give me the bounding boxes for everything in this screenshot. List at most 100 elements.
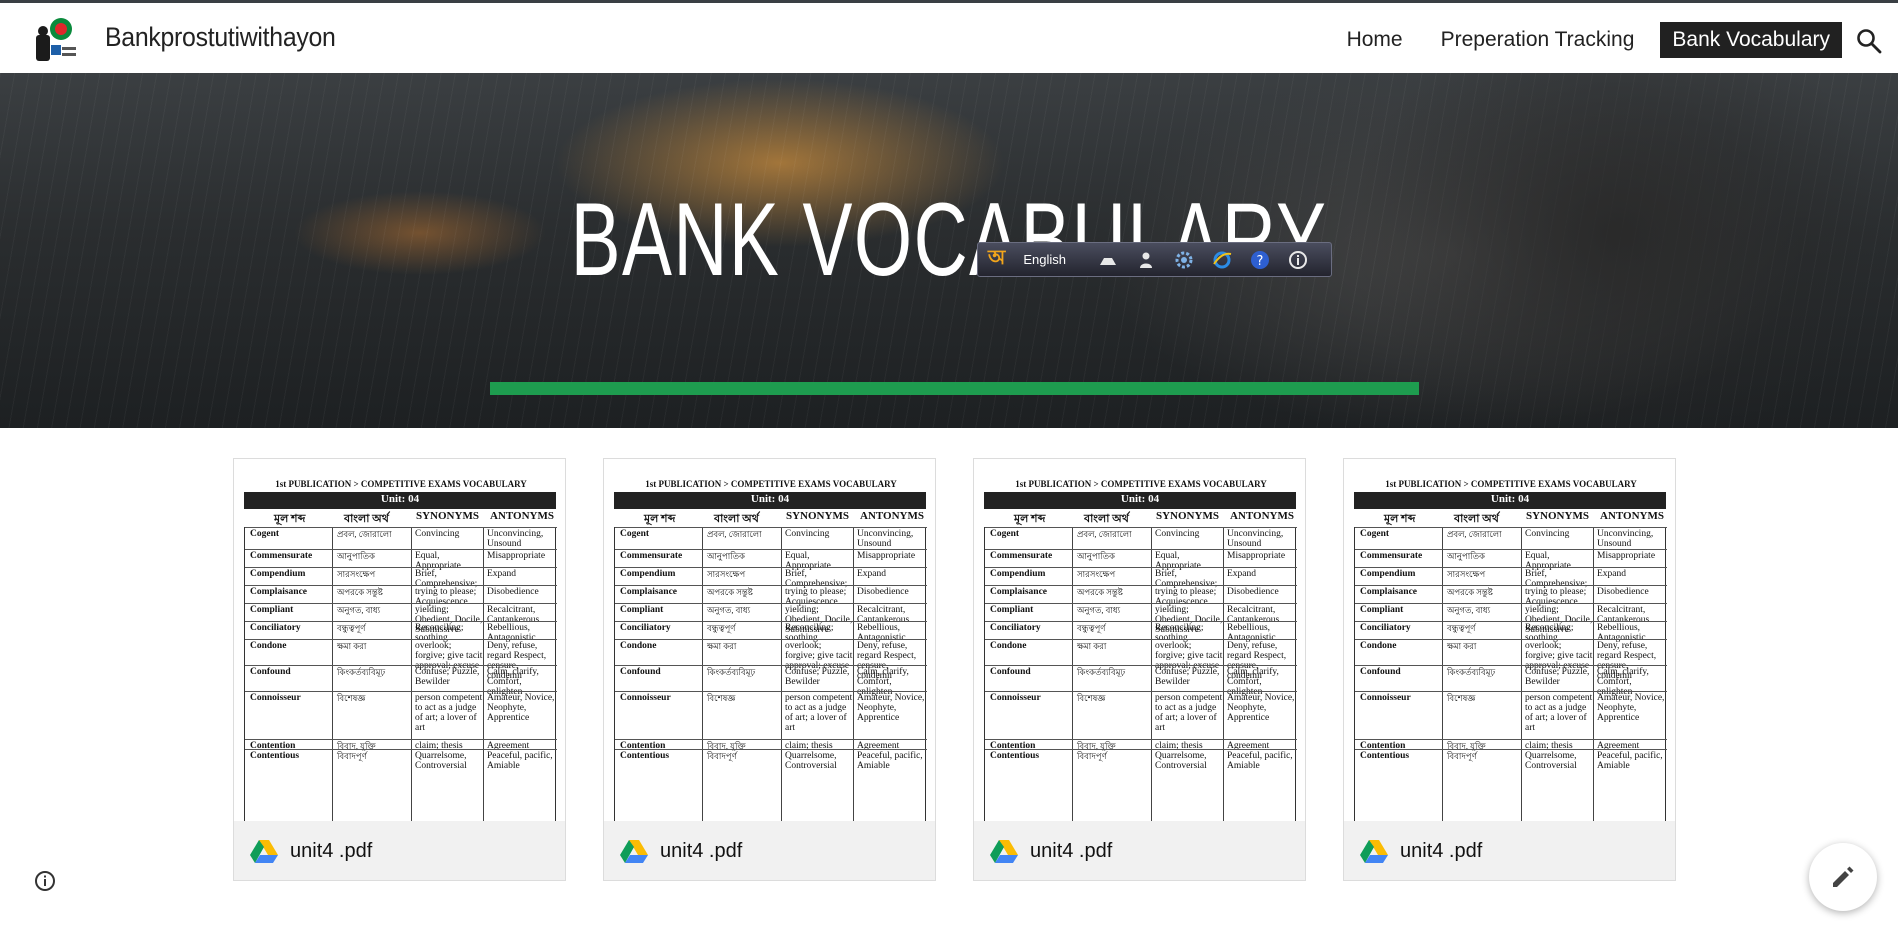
info-icon[interactable] bbox=[1288, 250, 1308, 270]
doc-table-row: Complaisance অপরকে সন্তুষ্ট trying to plea… bbox=[615, 585, 927, 607]
doc-cell-bangla: বিবাদপূর্ণ bbox=[707, 751, 737, 761]
file-card[interactable]: 1st PUBLICATION > COMPETITIVE EXAMS VOCA… bbox=[973, 458, 1306, 881]
doc-column-headers: মূল শব্দ বাংলা অর্থ SYNONYMS ANTONYMS bbox=[1354, 509, 1666, 527]
doc-cell-word: Condone bbox=[620, 641, 657, 651]
doc-table-row: Compliant অনুগত, বাধ্য yielding; Obedient,… bbox=[985, 603, 1297, 635]
file-card-footer[interactable]: unit4 .pdf bbox=[1344, 821, 1675, 881]
doc-cell-antonym: Disobedience bbox=[1227, 587, 1279, 597]
file-card-footer[interactable]: unit4 .pdf bbox=[974, 821, 1305, 881]
pdf-preview-thumbnail[interactable]: 1st PUBLICATION > COMPETITIVE EXAMS VOCA… bbox=[604, 459, 935, 821]
doc-table-row: Contention বিবাদ, যুক্তি claim; thesis Agre… bbox=[1355, 739, 1667, 751]
doc-cell-word: Compendium bbox=[620, 569, 676, 579]
pdf-preview-thumbnail[interactable]: 1st PUBLICATION > COMPETITIVE EXAMS VOCA… bbox=[234, 459, 565, 821]
file-card-footer[interactable]: unit4 .pdf bbox=[604, 821, 935, 881]
file-card-footer[interactable]: unit4 .pdf bbox=[234, 821, 565, 881]
doc-table-row: Complaisance অপরকে সন্তুষ্ট trying to plea… bbox=[245, 585, 557, 607]
nav-home[interactable]: Home bbox=[1335, 22, 1415, 58]
doc-cell-synonym: Quarrelsome, Controversial bbox=[415, 751, 467, 771]
user-icon[interactable] bbox=[1136, 250, 1156, 270]
doc-cell-bangla: অপরকে সন্তুষ্ট bbox=[1077, 587, 1123, 597]
doc-cell-bangla: বন্ধুত্বপূর্ণ bbox=[1447, 623, 1476, 633]
doc-cell-bangla: সারসংক্ষেপ bbox=[1447, 569, 1486, 579]
doc-cell-word: Complaisance bbox=[620, 587, 677, 597]
doc-table-row: Compendium সারসংক্ষেপ Brief, Comprehensive… bbox=[615, 567, 927, 589]
doc-cell-synonym: Quarrelsome, Controversial bbox=[1155, 751, 1207, 771]
doc-cell-bangla: কিংকর্তব্যবিমূঢ় bbox=[1077, 667, 1126, 677]
doc-col-synonyms: SYNONYMS bbox=[1526, 510, 1589, 522]
pdf-preview-thumbnail[interactable]: 1st PUBLICATION > COMPETITIVE EXAMS VOCA… bbox=[974, 459, 1305, 821]
search-icon[interactable] bbox=[1856, 28, 1882, 54]
file-card[interactable]: 1st PUBLICATION > COMPETITIVE EXAMS VOCA… bbox=[603, 458, 936, 881]
pdf-preview-thumbnail[interactable]: 1st PUBLICATION > COMPETITIVE EXAMS VOCA… bbox=[1344, 459, 1675, 821]
doc-cell-word: Connoisseur bbox=[250, 693, 301, 703]
svg-text:?: ? bbox=[1257, 254, 1264, 269]
google-drive-icon bbox=[990, 840, 1018, 863]
settings-gear-icon[interactable] bbox=[1174, 250, 1194, 270]
doc-cell-word: Contentious bbox=[620, 751, 670, 761]
doc-cell-bangla: কিংকর্তব্যবিমূঢ় bbox=[707, 667, 756, 677]
edit-button[interactable] bbox=[1809, 843, 1877, 911]
doc-cell-synonym: Reconciling; soothing bbox=[1525, 623, 1574, 643]
doc-table-row: Condone ক্ষমা করা overlook; forgive; give … bbox=[245, 639, 557, 681]
doc-cell-antonym: Recalcitrant, Cantankerous bbox=[1227, 605, 1280, 625]
doc-cell-antonym: Peaceful, pacific, Amiable bbox=[487, 751, 553, 771]
doc-cell-synonym: Equal, Appropriate bbox=[415, 551, 461, 571]
doc-table-row: Contention বিবাদ, যুক্তি claim; thesis Agre… bbox=[985, 739, 1297, 751]
doc-table-row: Contention বিবাদ, যুক্তি claim; thesis Agre… bbox=[245, 739, 557, 751]
doc-cell-antonym: Amateur, Novice, Neophyte, Apprentice bbox=[487, 693, 555, 723]
ime-toolbar[interactable]: অ English ? bbox=[977, 242, 1332, 277]
site-title[interactable]: Bankprostutiwithayon bbox=[105, 22, 336, 53]
doc-col-antonyms: ANTONYMS bbox=[860, 510, 924, 522]
doc-cell-bangla: অনুগত, বাধ্য bbox=[1447, 605, 1491, 615]
nav-preperation-tracking[interactable]: Preperation Tracking bbox=[1429, 22, 1647, 58]
doc-table-row: Confound কিংকর্তব্যবিমূঢ় Confuse; Puzzle,… bbox=[245, 665, 557, 697]
doc-cell-word: Complaisance bbox=[250, 587, 307, 597]
bangla-mode-button[interactable]: অ bbox=[988, 243, 1005, 276]
file-card[interactable]: 1st PUBLICATION > COMPETITIVE EXAMS VOCA… bbox=[233, 458, 566, 881]
help-icon[interactable]: ? bbox=[1250, 250, 1270, 270]
doc-cell-antonym: Disobedience bbox=[1597, 587, 1649, 597]
doc-cell-antonym: Recalcitrant, Cantankerous bbox=[1597, 605, 1650, 625]
doc-cell-bangla: অনুগত, বাধ্য bbox=[1077, 605, 1121, 615]
doc-table-row: Contentious বিবাদপূর্ণ Quarrelsome, Contro… bbox=[985, 749, 1297, 771]
doc-cell-antonym: Rebellious, Antagonistic bbox=[1227, 623, 1276, 643]
doc-cell-word: Commensurate bbox=[990, 551, 1053, 561]
doc-table-row: Compendium সারসংক্ষেপ Brief, Comprehensive… bbox=[1355, 567, 1667, 589]
doc-cell-bangla: ক্ষমা করা bbox=[337, 641, 367, 651]
doc-cell-antonym: Recalcitrant, Cantankerous bbox=[857, 605, 910, 625]
file-name[interactable]: unit4 .pdf bbox=[1030, 840, 1112, 863]
doc-cell-bangla: প্রবল, জোরালো bbox=[1077, 529, 1132, 539]
nav-bank-vocabulary[interactable]: Bank Vocabulary bbox=[1660, 22, 1842, 58]
site-logo-icon[interactable] bbox=[34, 17, 78, 63]
ime-language-label[interactable]: English bbox=[1023, 252, 1066, 267]
file-name[interactable]: unit4 .pdf bbox=[290, 840, 372, 863]
internet-explorer-icon[interactable] bbox=[1212, 250, 1232, 270]
doc-cell-antonym: Peaceful, pacific, Amiable bbox=[1227, 751, 1293, 771]
doc-cell-word: Compliant bbox=[990, 605, 1034, 615]
doc-cell-synonym: Confuse; Puzzle, Bewilder bbox=[1525, 667, 1590, 687]
doc-table-row: Connoisseur বিশেষজ্ঞ person competent to a… bbox=[985, 691, 1297, 733]
doc-table-row: Cogent প্রবল, জোরালো Convincing Unconvincin… bbox=[615, 527, 927, 549]
doc-cell-antonym: Amateur, Novice, Neophyte, Apprentice bbox=[857, 693, 925, 723]
doc-cell-bangla: বিশেষজ্ঞ bbox=[1077, 693, 1106, 703]
keyboard-icon[interactable] bbox=[1098, 250, 1118, 270]
doc-unit-label: Unit: 04 bbox=[1490, 493, 1530, 505]
file-name[interactable]: unit4 .pdf bbox=[660, 840, 742, 863]
doc-cell-word: Contentious bbox=[990, 751, 1040, 761]
doc-cell-synonym: Quarrelsome, Controversial bbox=[1525, 751, 1577, 771]
doc-table-row: Contention বিবাদ, যুক্তি claim; thesis Agre… bbox=[615, 739, 927, 751]
doc-cell-antonym: Expand bbox=[1597, 569, 1627, 579]
doc-cell-bangla: ক্ষমা করা bbox=[707, 641, 737, 651]
file-name[interactable]: unit4 .pdf bbox=[1400, 840, 1482, 863]
doc-col-antonyms: ANTONYMS bbox=[1230, 510, 1294, 522]
doc-table-row: Compliant অনুগত, বাধ্য yielding; Obedient,… bbox=[245, 603, 557, 635]
doc-table-row: Commensurate আনুপাতিক Equal, Appropriate Mi… bbox=[985, 549, 1297, 571]
file-card[interactable]: 1st PUBLICATION > COMPETITIVE EXAMS VOCA… bbox=[1343, 458, 1676, 881]
doc-table-row: Cogent প্রবল, জোরালো Convincing Unconvincin… bbox=[245, 527, 557, 549]
info-circle-icon[interactable] bbox=[34, 870, 56, 892]
doc-cell-synonym: trying to please; Acquiescence bbox=[1155, 587, 1217, 607]
doc-unit-label: Unit: 04 bbox=[750, 493, 790, 505]
doc-cell-bangla: বিবাদপূর্ণ bbox=[337, 751, 367, 761]
doc-table-row: Confound কিংকর্তব্যবিমূঢ় Confuse; Puzzle,… bbox=[1355, 665, 1667, 697]
doc-column-headers: মূল শব্দ বাংলা অর্থ SYNONYMS ANTONYMS bbox=[984, 509, 1296, 527]
